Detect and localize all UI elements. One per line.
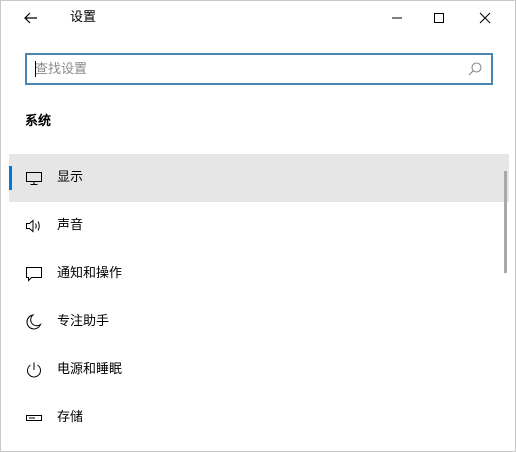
search-icon-wrapper[interactable] (467, 61, 483, 77)
title-bar: 设置 (1, 1, 515, 35)
close-button[interactable] (462, 1, 508, 35)
maximize-button[interactable] (416, 1, 462, 35)
nav-item-label: 声音 (57, 218, 84, 233)
section-title: 系统 (25, 114, 52, 129)
minimize-icon (392, 17, 402, 19)
moon-icon (26, 314, 42, 330)
selection-indicator (9, 166, 12, 190)
settings-nav-list: 显示 声音 通知和操作 专注助手 电源和睡眠 存储 (9, 154, 509, 442)
search-icon (468, 62, 482, 76)
scrollbar-thumb[interactable] (504, 171, 507, 273)
settings-window: 设置 系统 (0, 0, 516, 452)
back-arrow-icon (24, 12, 37, 24)
speaker-icon (26, 219, 40, 233)
nav-item-label: 显示 (57, 170, 84, 185)
nav-item-storage[interactable]: 存储 (9, 394, 509, 442)
nav-item-label: 电源和睡眠 (57, 362, 123, 377)
back-button[interactable] (15, 6, 47, 30)
nav-item-sound[interactable]: 声音 (9, 202, 509, 250)
power-icon (27, 362, 41, 378)
display-icon (26, 172, 42, 185)
search-input[interactable] (35, 59, 455, 79)
search-box[interactable] (25, 53, 493, 85)
notification-icon (26, 267, 42, 282)
minimize-button[interactable] (374, 1, 420, 35)
storage-icon (26, 415, 42, 421)
nav-item-label: 通知和操作 (57, 266, 123, 281)
nav-item-power-sleep[interactable]: 电源和睡眠 (9, 346, 509, 394)
nav-item-label: 存储 (57, 410, 84, 425)
nav-item-notifications[interactable]: 通知和操作 (9, 250, 509, 298)
nav-item-label: 专注助手 (57, 314, 110, 329)
nav-item-display[interactable]: 显示 (9, 154, 509, 202)
window-title: 设置 (70, 10, 97, 25)
nav-item-focus-assist[interactable]: 专注助手 (9, 298, 509, 346)
close-icon (479, 12, 491, 24)
text-caret (35, 61, 36, 77)
maximize-icon (434, 13, 444, 23)
